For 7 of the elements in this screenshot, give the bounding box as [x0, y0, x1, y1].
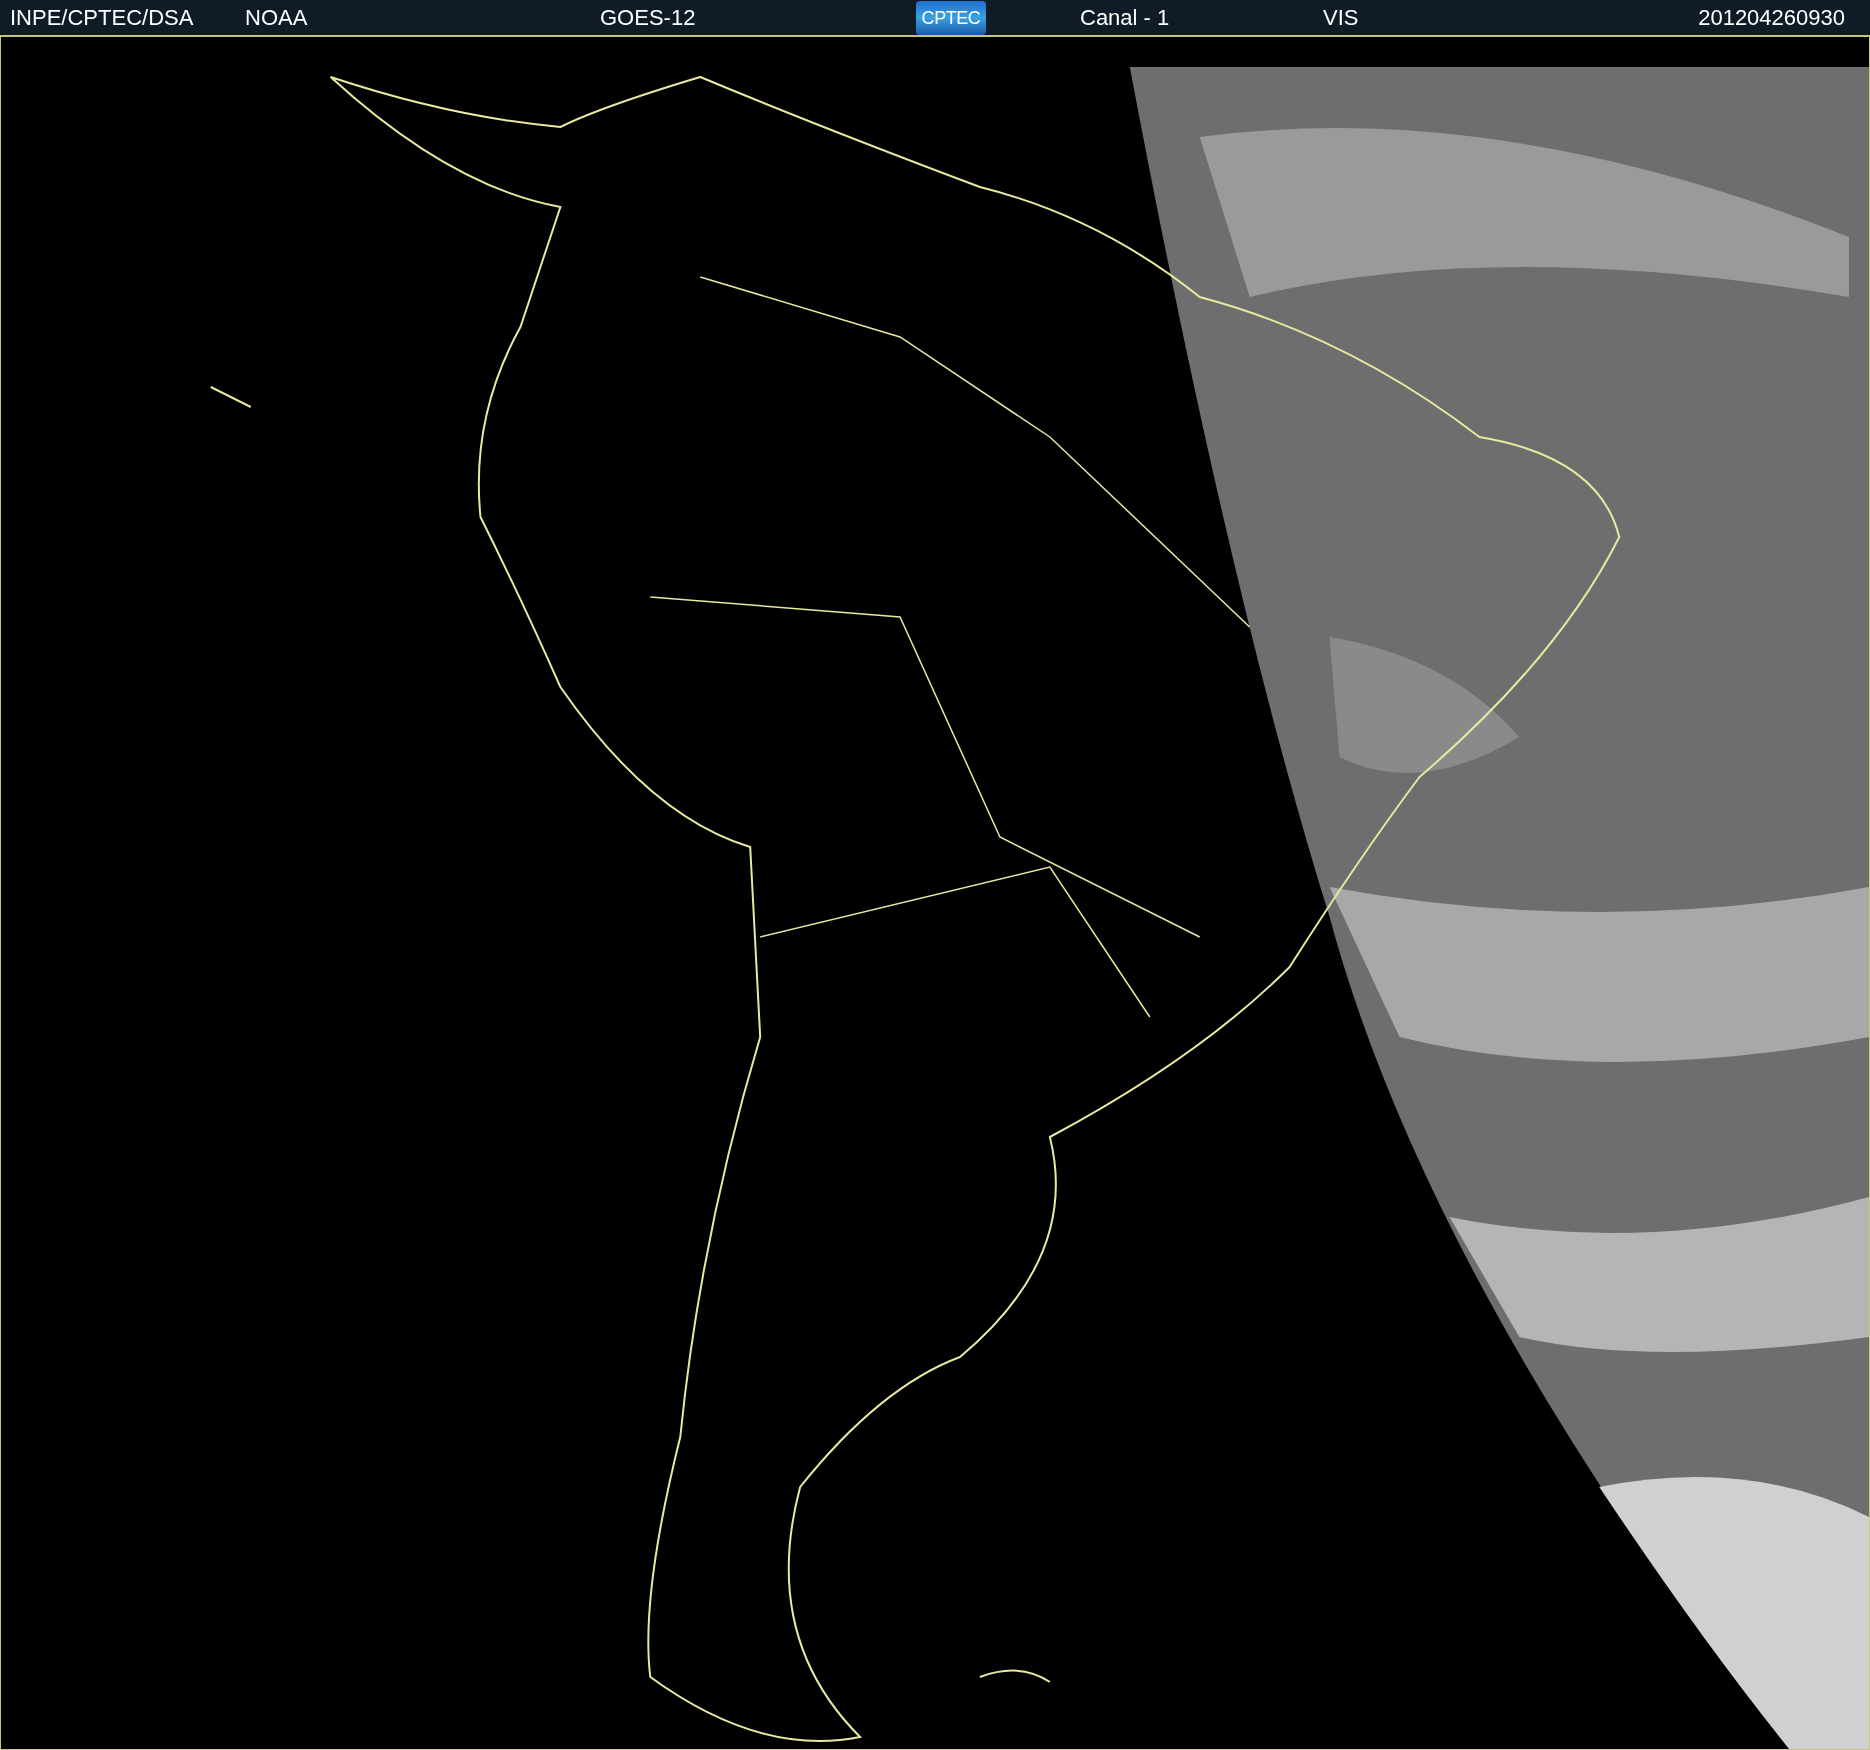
logo: CPTEC: [916, 0, 986, 35]
band-label: VIS: [1323, 6, 1359, 29]
source-label: INPE/CPTEC/DSA: [10, 6, 195, 29]
satellite-label: GOES-12: [600, 6, 697, 29]
agency-label: NOAA: [245, 6, 309, 29]
timestamp-label: 201204260930: [1698, 6, 1845, 29]
channel-label: Canal - 1: [1080, 6, 1171, 29]
